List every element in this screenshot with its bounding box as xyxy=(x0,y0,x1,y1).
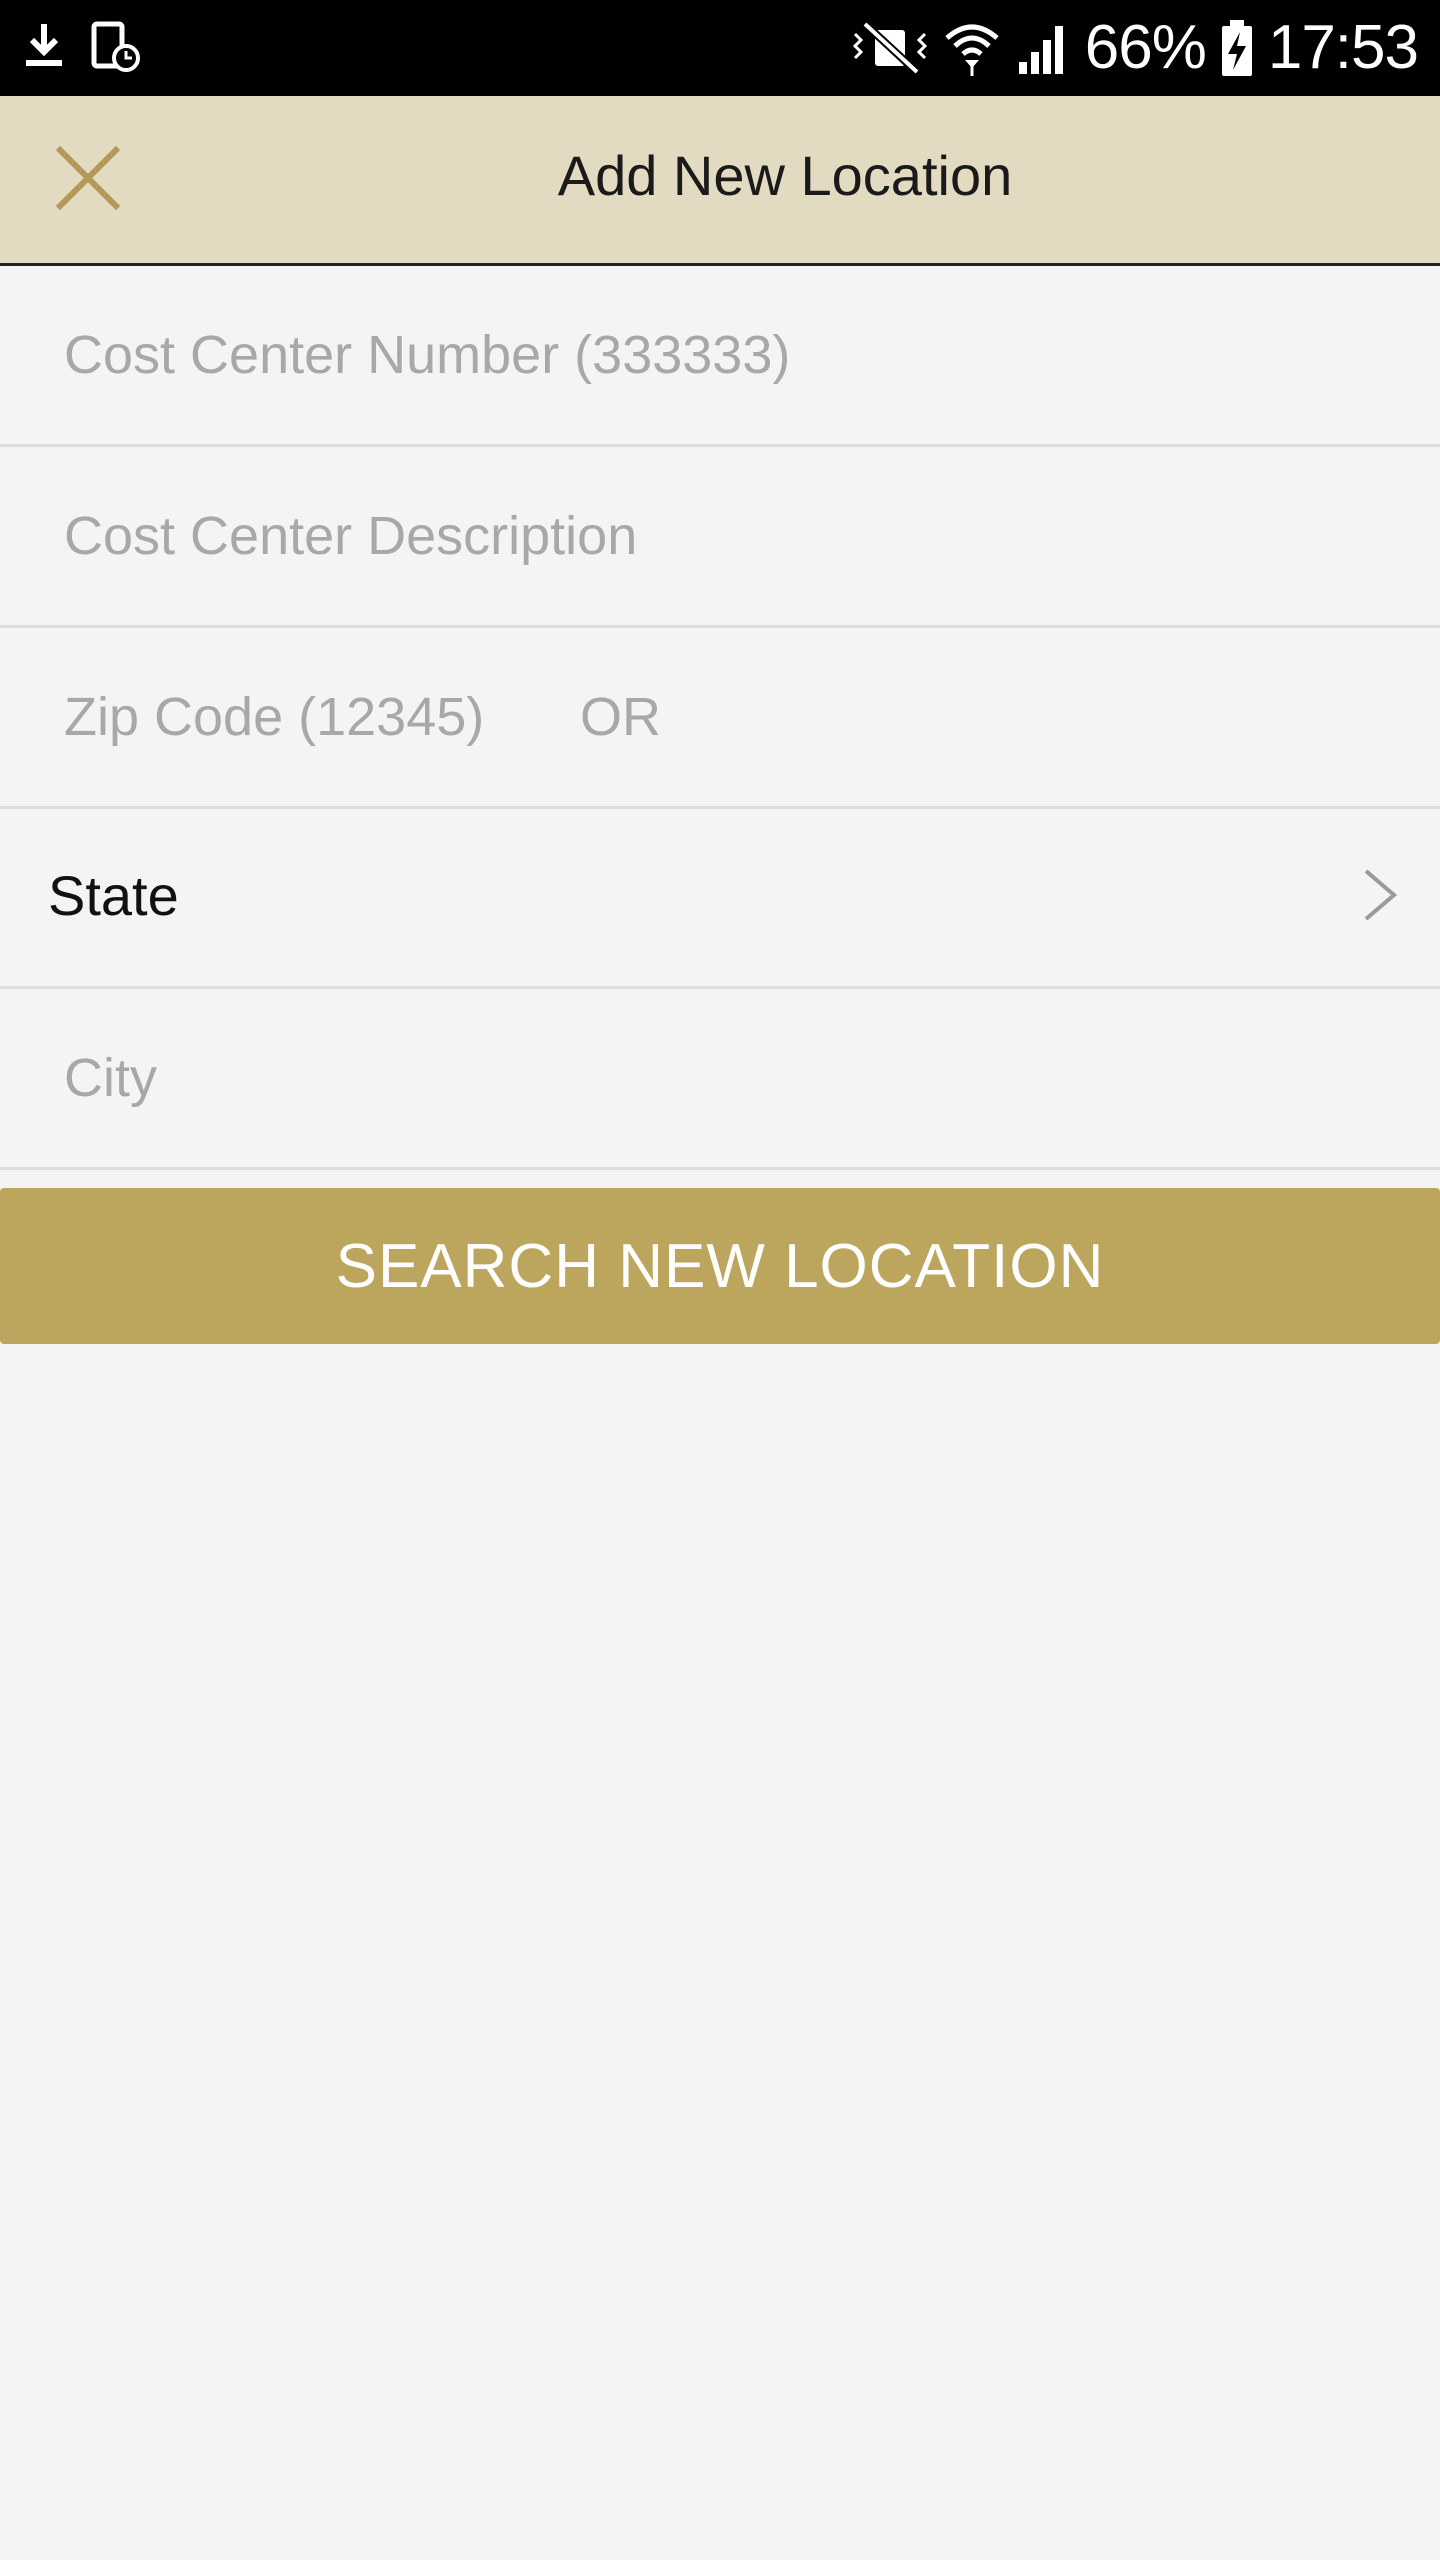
cost-center-number-input[interactable] xyxy=(64,266,1364,444)
zip-code-row: OR xyxy=(0,628,1440,809)
screen: 66% 17:53 Add New Location Cost Center N… xyxy=(0,0,1440,2560)
battery-charging-icon xyxy=(1220,18,1254,78)
cost-center-description-input[interactable] xyxy=(64,447,1364,625)
wifi-icon xyxy=(943,20,1001,76)
city-row xyxy=(0,989,1440,1170)
download-icon xyxy=(22,20,66,72)
zip-code-input[interactable] xyxy=(64,628,524,806)
status-bar-left xyxy=(22,20,140,72)
device-clock-icon xyxy=(90,20,140,72)
battery-percent: 66% xyxy=(1084,13,1207,82)
signal-icon xyxy=(1015,20,1071,76)
search-new-location-button[interactable]: SEARCH NEW LOCATION xyxy=(0,1188,1440,1344)
or-label: OR xyxy=(580,687,661,747)
state-label: State xyxy=(48,864,179,927)
cost-center-number-row xyxy=(0,266,1440,447)
status-bar: 66% 17:53 xyxy=(0,0,1440,96)
page-title: Add New Location xyxy=(557,144,1013,207)
cost-center-description-row xyxy=(0,447,1440,628)
state-selector[interactable]: State xyxy=(0,809,1440,989)
vibrate-mute-icon xyxy=(851,20,929,76)
app-header: Add New Location xyxy=(0,96,1440,266)
city-input[interactable] xyxy=(64,989,1364,1167)
status-bar-right: 66% 17:53 xyxy=(851,0,1419,96)
clock: 17:53 xyxy=(1267,13,1419,82)
location-form: OR State xyxy=(0,266,1440,1170)
chevron-right-icon xyxy=(1360,865,1400,930)
